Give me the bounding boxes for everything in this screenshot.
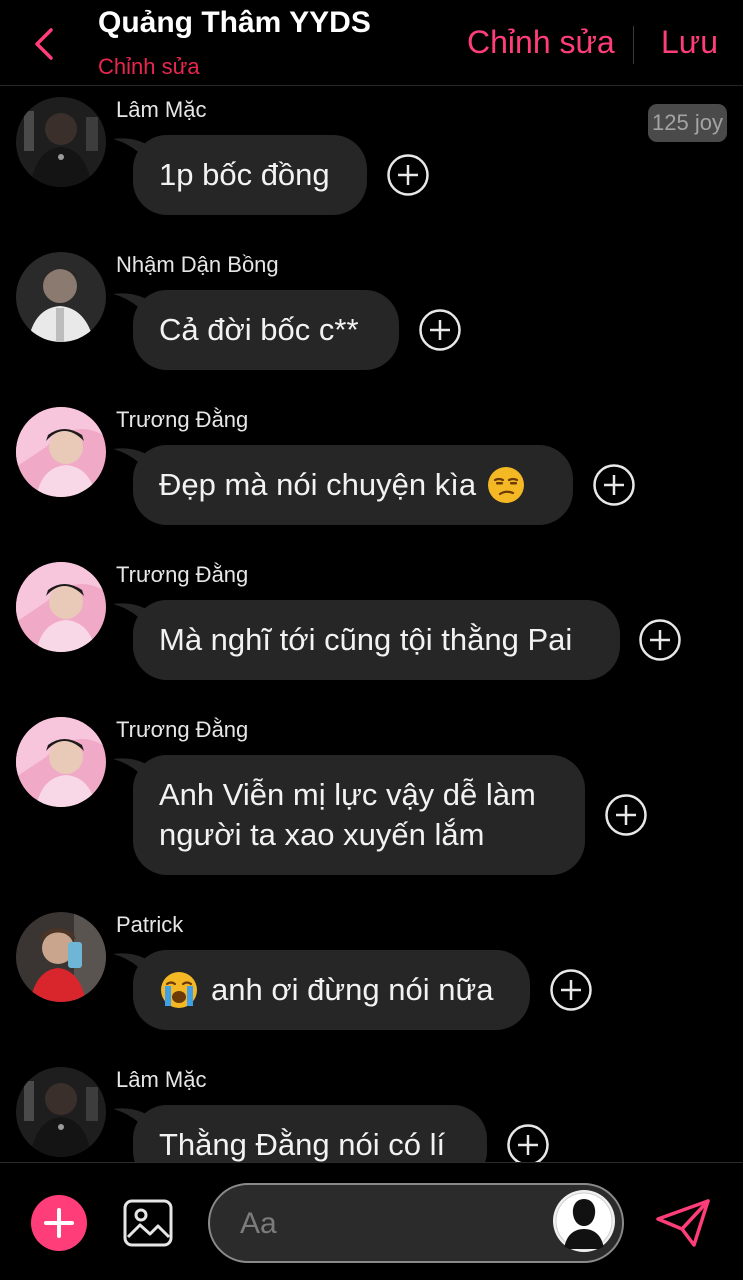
message-bubble[interactable]: Mà nghĩ tới cũng tội thằng Pai <box>133 600 620 680</box>
message-text: Đẹp mà nói chuyện kìa <box>159 467 477 502</box>
add-reaction-icon[interactable] <box>550 969 592 1011</box>
message-text: Mà nghĩ tới cũng tội thằng Pai <box>159 622 573 657</box>
composer-bar <box>0 1162 743 1280</box>
message-bubble[interactable]: anh ơi đừng nói nữa <box>133 950 530 1030</box>
chevron-left-icon <box>35 28 53 60</box>
persona-avatar-button[interactable] <box>552 1189 616 1253</box>
message-bubble[interactable]: Đẹp mà nói chuyện kìa <box>133 445 573 525</box>
message-bubble[interactable]: Cả đời bốc c** <box>133 290 399 370</box>
add-reaction-icon[interactable] <box>387 154 429 196</box>
sender-name: Trương Đằng <box>116 562 249 587</box>
add-reaction-icon[interactable] <box>419 309 461 351</box>
send-button[interactable] <box>654 1197 712 1249</box>
message-input-wrapper <box>208 1183 624 1263</box>
message-text: 1p bốc đồng <box>159 157 330 192</box>
avatar[interactable] <box>16 252 106 342</box>
chat-subtitle: Chỉnh sửa <box>98 54 200 79</box>
avatar[interactable] <box>16 562 106 652</box>
chat-title: Quảng Thâm YYDS <box>98 6 371 39</box>
message-input[interactable] <box>238 1199 542 1249</box>
sender-name: Patrick <box>116 912 184 937</box>
message-bubble[interactable]: 1p bốc đồng <box>133 135 367 215</box>
plus-icon <box>44 1208 74 1238</box>
message-list[interactable]: Lâm Mặc 125 joy 1p bốc đồng Nhậm Dận Bồn… <box>0 87 743 1162</box>
header-divider <box>633 26 634 64</box>
avatar[interactable] <box>16 912 106 1002</box>
message-text-line-1: Anh Viễn mị lực vậy dễ làm <box>159 777 536 812</box>
avatar[interactable] <box>16 407 106 497</box>
add-reaction-icon[interactable] <box>593 464 635 506</box>
sender-name: Nhậm Dận Bồng <box>116 252 279 277</box>
loudly-crying-face-icon <box>161 972 197 1008</box>
image-picker-button[interactable] <box>122 1197 174 1249</box>
chat-header: Quảng Thâm YYDS Chỉnh sửa Chỉnh sửa Lưu <box>0 0 743 86</box>
add-attachment-button[interactable] <box>31 1195 87 1251</box>
message-bubble[interactable]: Anh Viễn mị lực vậy dễ làm người ta xao … <box>133 755 585 875</box>
joy-badge: 125 joy <box>648 104 727 142</box>
send-icon <box>656 1199 710 1247</box>
add-reaction-icon[interactable] <box>605 794 647 836</box>
user-avatar-icon <box>553 1190 615 1252</box>
back-button[interactable] <box>24 22 64 66</box>
add-reaction-icon[interactable] <box>639 619 681 661</box>
message-text: anh ơi đừng nói nữa <box>211 972 494 1007</box>
message-bubble[interactable]: Thằng Đằng nói có lí <box>133 1105 487 1162</box>
sender-name: Lâm Mặc <box>116 97 207 122</box>
message-text: Thằng Đằng nói có lí <box>159 1127 446 1162</box>
message-text: Cả đời bốc c** <box>159 312 359 347</box>
avatar[interactable] <box>16 717 106 807</box>
message-text-line-2: người ta xao xuyến lắm <box>159 817 485 852</box>
unamused-face-icon <box>488 467 525 503</box>
add-reaction-icon[interactable] <box>507 1124 549 1162</box>
sender-name: Lâm Mặc <box>116 1067 207 1092</box>
image-icon <box>123 1199 173 1247</box>
avatar[interactable] <box>16 97 106 187</box>
sender-name: Trương Đằng <box>116 717 249 742</box>
avatar[interactable] <box>16 1067 106 1157</box>
save-button[interactable]: Lưu <box>661 24 718 61</box>
sender-name: Trương Đằng <box>116 407 249 432</box>
edit-button[interactable]: Chỉnh sửa <box>467 24 615 61</box>
